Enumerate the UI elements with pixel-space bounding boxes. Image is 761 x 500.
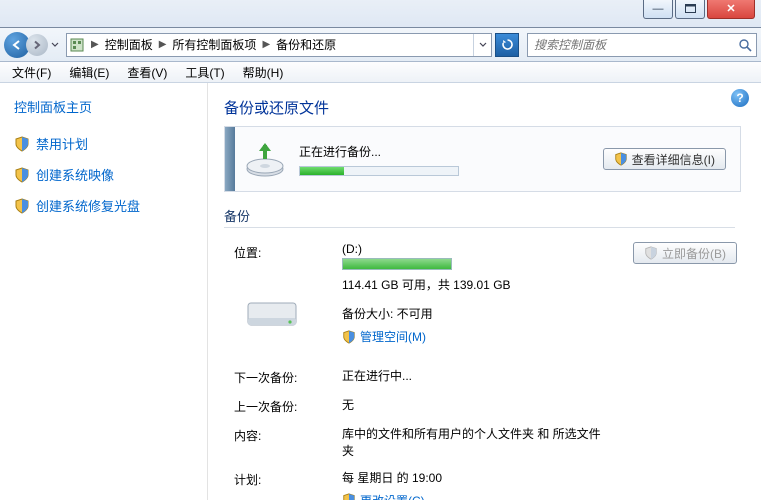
schedule-value: 每 星期日 的 19:00 <box>342 469 615 486</box>
shield-icon <box>14 198 30 214</box>
chevron-down-icon <box>479 42 487 48</box>
refresh-icon <box>501 38 514 51</box>
progress-bar <box>299 166 459 176</box>
backup-now-button[interactable]: 立即备份(B) <box>633 242 737 264</box>
menu-bar: 文件(F) 编辑(E) 查看(V) 工具(T) 帮助(H) <box>0 62 761 83</box>
breadcrumb-separator: ▶ <box>258 39 274 50</box>
change-settings-label: 更改设置(C) <box>360 492 425 500</box>
shield-icon <box>342 493 356 500</box>
search-box[interactable] <box>527 33 757 57</box>
shield-icon <box>14 136 30 152</box>
menu-tools[interactable]: 工具(T) <box>177 62 232 83</box>
breadcrumb-separator: ▶ <box>155 39 171 50</box>
page-heading: 备份或还原文件 <box>224 97 745 118</box>
drive-usage-bar <box>342 258 452 270</box>
arrow-left-icon <box>11 39 23 51</box>
main-pane: ? 备份或还原文件 正在进行备份... 查看 <box>208 83 761 500</box>
progress-info: 正在进行备份... <box>295 143 603 176</box>
menu-file[interactable]: 文件(F) <box>4 62 59 83</box>
sidebar-task-label: 创建系统映像 <box>36 165 114 184</box>
location-label: 位置: <box>234 242 342 261</box>
shield-icon <box>14 167 30 183</box>
content-value: 库中的文件和所有用户的个人文件夹 和 所选文件夹 <box>342 425 602 459</box>
space-text: 114.41 GB 可用，共 139.01 GB <box>342 276 615 293</box>
window-controls: — ✕ <box>643 0 755 19</box>
menu-help[interactable]: 帮助(H) <box>235 62 292 83</box>
nav-arrows <box>4 32 62 58</box>
manage-space-label: 管理空间(M) <box>360 328 426 345</box>
control-panel-icon <box>67 35 87 55</box>
nav-history-dropdown[interactable] <box>48 35 62 55</box>
sidebar: 控制面板主页 禁用计划 创建系统映像 创建系统修复光盘 <box>0 83 208 500</box>
backup-now-label: 立即备份(B) <box>662 245 726 262</box>
section-backup-title: 备份 <box>224 206 745 225</box>
shield-icon <box>614 152 628 166</box>
section-separator <box>224 227 735 228</box>
change-settings-link[interactable]: 更改设置(C) <box>342 492 425 500</box>
sidebar-home-link[interactable]: 控制面板主页 <box>14 97 197 116</box>
last-backup-label: 上一次备份: <box>234 396 342 415</box>
view-details-button[interactable]: 查看详细信息(I) <box>603 148 726 170</box>
window-titlebar: — ✕ <box>0 0 761 28</box>
arrow-right-icon <box>32 40 42 50</box>
schedule-label: 计划: <box>234 469 342 488</box>
next-backup-value: 正在进行中... <box>342 367 615 384</box>
sidebar-task-create-repair-disc[interactable]: 创建系统修复光盘 <box>14 196 197 215</box>
search-icon <box>734 38 756 52</box>
drive-icon <box>244 295 300 333</box>
minimize-button[interactable]: — <box>643 0 673 19</box>
view-details-label: 查看详细信息(I) <box>632 151 715 168</box>
backup-progress-box: 正在进行备份... 查看详细信息(I) <box>224 126 741 192</box>
help-button[interactable]: ? <box>731 89 749 107</box>
shield-icon <box>342 330 356 344</box>
navigation-bar: ▶ 控制面板▶ 所有控制面板项▶ 备份和还原 <box>0 28 761 62</box>
forward-button[interactable] <box>26 34 48 56</box>
menu-edit[interactable]: 编辑(E) <box>61 62 117 83</box>
shield-icon <box>644 246 658 260</box>
content-area: 控制面板主页 禁用计划 创建系统映像 创建系统修复光盘 ? 备份或还原文件 <box>0 83 761 500</box>
progress-box-accent <box>225 127 235 191</box>
address-bar[interactable]: ▶ 控制面板▶ 所有控制面板项▶ 备份和还原 <box>66 33 492 57</box>
manage-space-link[interactable]: 管理空间(M) <box>342 328 426 345</box>
maximize-button[interactable] <box>675 0 705 19</box>
maximize-icon <box>685 4 696 13</box>
last-backup-value: 无 <box>342 396 615 413</box>
location-value: (D:) <box>342 242 615 256</box>
close-button[interactable]: ✕ <box>707 0 755 19</box>
sidebar-task-label: 创建系统修复光盘 <box>36 196 140 215</box>
backup-progress-icon <box>235 139 295 179</box>
chevron-down-icon <box>51 42 59 48</box>
address-dropdown[interactable] <box>473 34 491 56</box>
refresh-button[interactable] <box>495 33 519 57</box>
sidebar-task-create-image[interactable]: 创建系统映像 <box>14 165 197 184</box>
breadcrumb-item[interactable]: 所有控制面板项 <box>170 36 258 53</box>
progress-status-text: 正在进行备份... <box>299 143 603 160</box>
backup-size-text: 备份大小: 不可用 <box>342 305 615 322</box>
search-input[interactable] <box>528 38 734 52</box>
menu-view[interactable]: 查看(V) <box>119 62 175 83</box>
sidebar-task-disable-schedule[interactable]: 禁用计划 <box>14 134 197 153</box>
breadcrumb-item[interactable]: 备份和还原 <box>274 36 338 53</box>
breadcrumb-item[interactable]: 控制面板 <box>103 36 155 53</box>
content-label: 内容: <box>234 425 342 444</box>
breadcrumb-separator: ▶ <box>87 39 103 50</box>
sidebar-task-label: 禁用计划 <box>36 134 88 153</box>
next-backup-label: 下一次备份: <box>234 367 342 386</box>
